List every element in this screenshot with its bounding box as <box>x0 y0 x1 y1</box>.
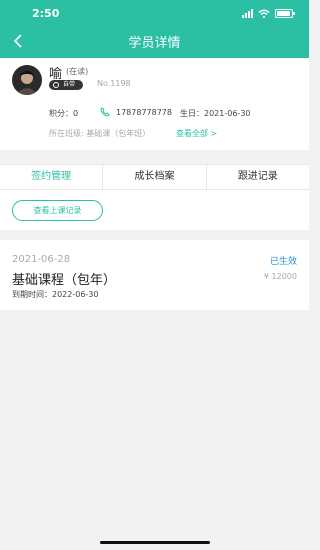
header-bar: 2:50 学员详情 <box>0 0 309 58</box>
expiry-date: 到期时间：2022-06-30 <box>12 290 99 299</box>
class-info: 所在班级: 基础课（包年班） <box>49 129 151 138</box>
birthday: 生日：2021-06-30 <box>180 108 251 119</box>
enrollment-status: (在读) <box>66 67 89 76</box>
points-label: 积分： <box>49 109 73 118</box>
points-value: 0 <box>73 109 79 118</box>
status-time: 2:50 <box>32 7 60 20</box>
battery-level <box>277 11 290 16</box>
status-icons <box>242 8 295 18</box>
history-section: 查看上课记录 <box>0 190 309 230</box>
phone-number[interactable]: 17878778778 <box>116 108 172 117</box>
student-number: No.1198 <box>97 79 131 88</box>
tab-bar: 签约管理 成长档案 跟进记录 <box>0 164 309 190</box>
avatar[interactable] <box>12 65 42 95</box>
tab-contracts[interactable]: 签约管理 <box>0 165 104 189</box>
tab-growth-records[interactable]: 成长档案 <box>103 165 207 189</box>
badge-label: 自带 <box>63 81 76 88</box>
contract-status-badge: 已生效 <box>269 257 297 267</box>
battery-icon <box>275 9 295 18</box>
tab-follow-up[interactable]: 跟进记录 <box>207 165 309 189</box>
contract-card[interactable]: 2021-06-28 已生效 基础课程（包年） ¥ 12000 到期时间：202… <box>0 240 309 310</box>
status-badge: 自带 <box>49 80 84 90</box>
view-class-history-button[interactable]: 查看上课记录 <box>12 200 103 221</box>
home-indicator[interactable] <box>100 541 210 544</box>
wifi-icon <box>258 9 270 18</box>
page-title: 学员详情 <box>128 36 181 51</box>
student-profile: 喻 (在读) 自带 No.1198 积分：0 17878778778 生日：20… <box>0 58 309 150</box>
course-name: 基础课程（包年） <box>12 273 117 288</box>
points: 积分：0 <box>49 108 78 119</box>
contract-date: 2021-06-28 <box>12 254 71 265</box>
record-icon <box>53 82 59 88</box>
phone-icon[interactable] <box>100 107 110 117</box>
contract-price: ¥ 12000 <box>263 272 297 281</box>
birthday-value: 2021-06-30 <box>204 109 251 118</box>
view-all-link[interactable]: 查看全部 > <box>176 128 217 139</box>
birthday-label: 生日： <box>180 109 204 118</box>
cellular-signal-icon <box>242 8 253 18</box>
